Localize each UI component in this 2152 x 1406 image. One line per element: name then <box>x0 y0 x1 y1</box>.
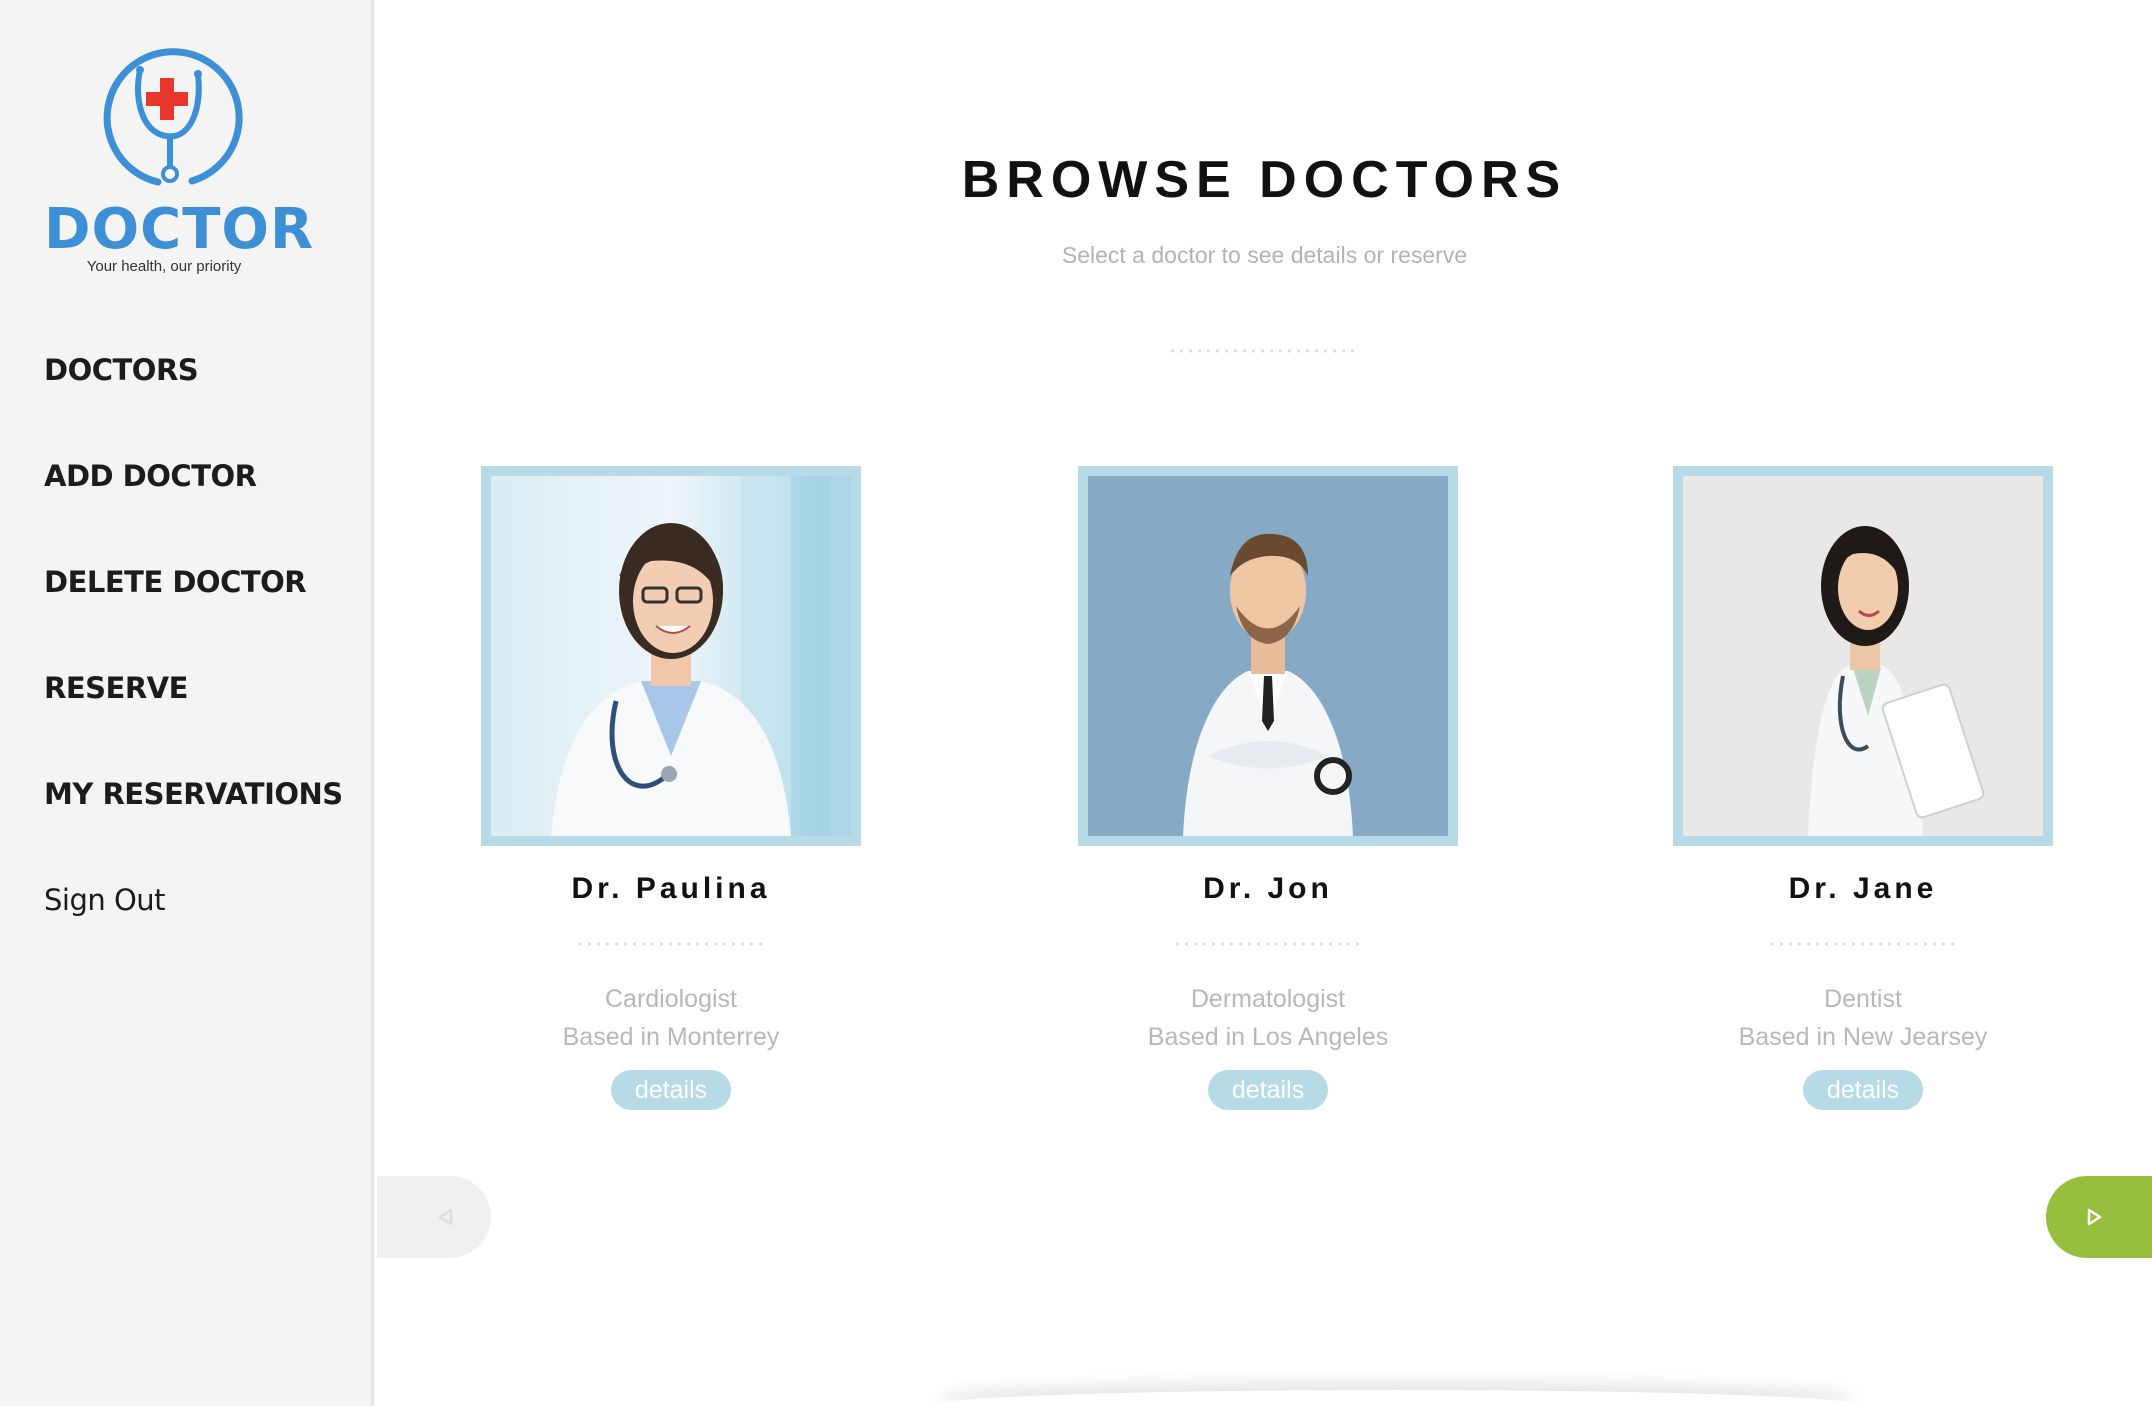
doctor-location: Based in Monterrey <box>562 1023 780 1051</box>
main-content: BROWSE DOCTORS Select a doctor to see de… <box>377 0 2152 1406</box>
page-title: BROWSE DOCTORS <box>961 151 1568 209</box>
doctor-photo[interactable] <box>1078 466 1458 846</box>
doctor-specialty: Dentist <box>1824 985 1902 1013</box>
stethoscope-cross-icon <box>103 48 243 186</box>
brand-logo[interactable]: DOCTOR Your health, our priority <box>44 40 315 280</box>
doctor-name: Dr. Paulina <box>571 872 771 905</box>
doctor-photo[interactable] <box>481 466 861 846</box>
sidebar-nav: DOCTORS ADD DOCTOR DELETE DOCTOR RESERVE… <box>44 348 343 984</box>
previous-button[interactable] <box>377 1176 491 1258</box>
dotted-divider <box>1173 942 1363 946</box>
doctor-location: Based in New Jearsey <box>1738 1023 1988 1051</box>
brand-name: DOCTOR <box>44 197 315 262</box>
doctor-card: Dr. Jon Dermatologist Based in Los Angel… <box>1078 466 1458 1110</box>
sidebar-item-my-reservations[interactable]: MY RESERVATIONS <box>44 772 343 878</box>
sidebar-item-add-doctor[interactable]: ADD DOCTOR <box>44 454 343 560</box>
triangle-left-icon <box>438 1208 453 1226</box>
sidebar-item-doctors[interactable]: DOCTORS <box>44 348 343 454</box>
doctor-specialty: Cardiologist <box>604 985 737 1013</box>
doctor-portrait-image <box>1088 476 1448 836</box>
footer-shadow <box>937 1390 1857 1406</box>
doctor-name: Dr. Jon <box>1203 872 1333 905</box>
sidebar: DOCTOR Your health, our priority DOCTORS… <box>0 0 374 1406</box>
doctor-specialty: Dermatologist <box>1190 985 1346 1013</box>
details-button[interactable]: details <box>611 1070 731 1110</box>
sidebar-item-delete-doctor[interactable]: DELETE DOCTOR <box>44 560 343 666</box>
sidebar-item-sign-out[interactable]: Sign Out <box>44 878 343 984</box>
doctor-location: Based in Los Angeles <box>1147 1023 1389 1051</box>
dotted-divider <box>1168 349 1358 353</box>
next-button[interactable] <box>2046 1176 2152 1258</box>
dotted-divider <box>576 942 766 946</box>
doctor-photo[interactable] <box>1673 466 2053 846</box>
doctor-card: Dr. Paulina Cardiologist Based in Monter… <box>481 466 861 1110</box>
triangle-right-icon <box>2087 1208 2102 1226</box>
details-button[interactable]: details <box>1803 1070 1923 1110</box>
brand-tagline: Your health, our priority <box>86 258 242 275</box>
dotted-divider <box>1768 942 1958 946</box>
doctor-card: Dr. Jane Dentist Based in New Jearsey de… <box>1673 466 2053 1110</box>
details-button[interactable]: details <box>1208 1070 1328 1110</box>
doctor-portrait-image <box>1683 476 2043 836</box>
sidebar-item-reserve[interactable]: RESERVE <box>44 666 343 772</box>
doctor-portrait-image <box>491 476 851 836</box>
doctor-name: Dr. Jane <box>1788 872 1938 905</box>
page-subtitle: Select a doctor to see details or reserv… <box>1061 242 1468 268</box>
